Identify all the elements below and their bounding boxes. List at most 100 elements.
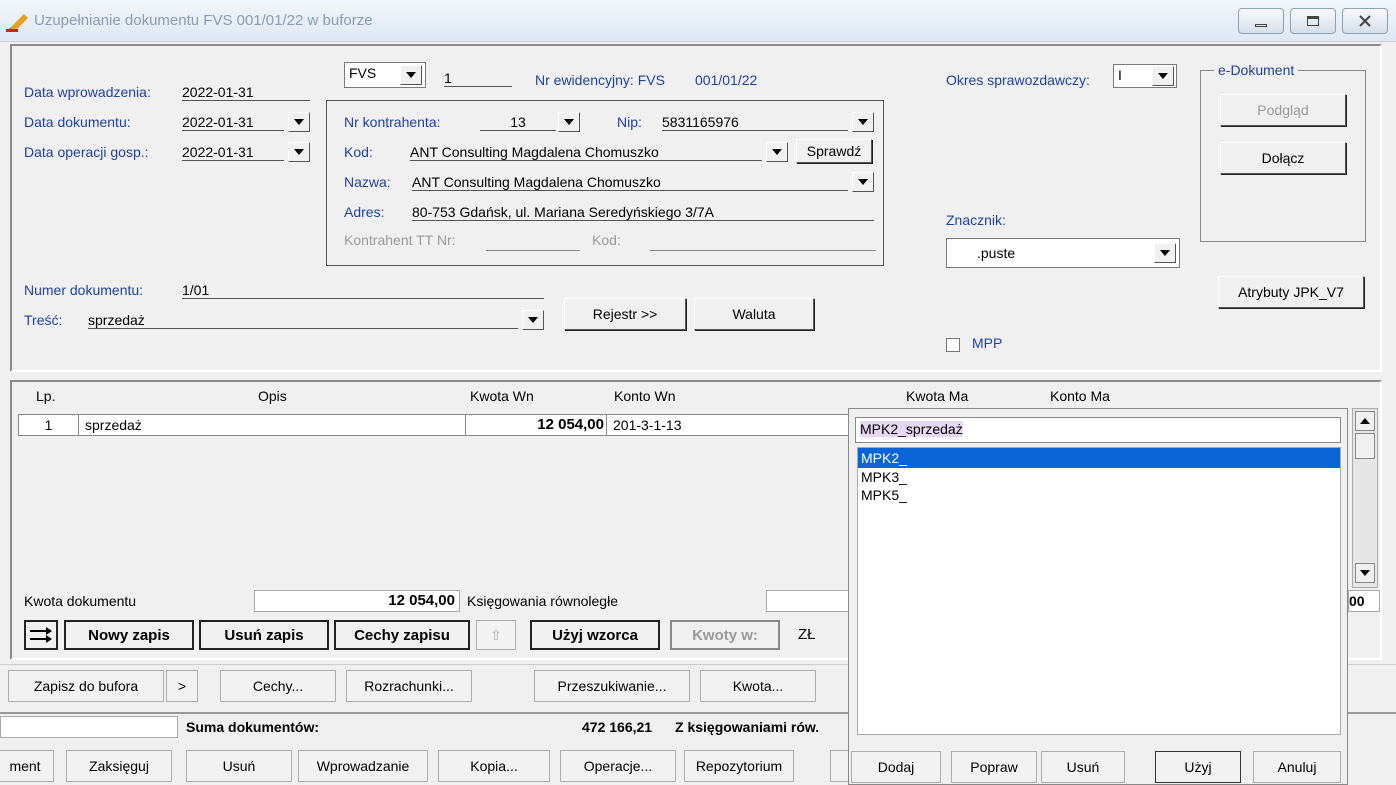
nazwa-dropdown-icon[interactable] [852,172,874,192]
mpp-label: MPP [972,335,1003,351]
window-title: Uzupełnianie dokumentu FVS 001/01/22 w b… [34,12,373,29]
mpk-list[interactable]: MPK2_ MPK3_ MPK5_ [857,447,1341,735]
operacje-button[interactable]: Operacje... [560,750,676,782]
doc-number-field[interactable]: 1 [444,70,512,87]
przeszukiwanie-button[interactable]: Przeszukiwanie... [534,670,690,702]
anuluj-button[interactable]: Anuluj [1253,751,1341,783]
nazwa-field[interactable]: ANT Consulting Magdalena Chomuszko [412,174,848,191]
pin-icon: ⇧ [490,626,502,643]
maximize-icon [1307,16,1319,26]
dolacz-button[interactable]: Dołącz [1220,142,1346,174]
tt-kod-label: Kod: [592,232,621,248]
data-operacji-field[interactable]: 2022-01-31 [182,144,284,161]
cell-lp: 1 [19,415,79,435]
data-dokumentu-field[interactable]: 2022-01-31 [182,114,284,131]
numer-dokumentu-field[interactable]: 1/01 [182,282,544,299]
uzyj-button[interactable]: Użyj [1155,751,1241,783]
cell-konto-wn: 201-3-1-13 [613,417,682,433]
doc-type-dropdown-icon[interactable] [400,65,422,85]
table-scrollbar[interactable] [1352,408,1378,588]
data-operacji-dropdown-icon[interactable] [288,142,310,162]
kod-dropdown-icon[interactable] [766,142,788,162]
minimize-button[interactable] [1238,8,1284,34]
minimize-icon [1255,23,1267,27]
ksiegowania-field [766,590,850,612]
scroll-down-icon[interactable] [1355,563,1375,583]
data-operacji-label: Data operacji gosp.: [24,144,149,160]
okres-dropdown-icon[interactable] [1152,66,1174,86]
usun-button[interactable]: Usuń [186,750,292,782]
znacznik-dropdown-icon[interactable] [1154,243,1176,263]
nr-ewidencyjny-value: 001/01/22 [695,72,758,88]
popup-usun-button[interactable]: Usuń [1041,751,1125,783]
usun-zapis-button[interactable]: Usuń zapis [199,620,329,650]
cechy-zapisu-button[interactable]: Cechy zapisu [334,620,470,650]
ksiegowania-value: 00 [1348,590,1380,612]
scroll-up-icon[interactable] [1355,411,1375,431]
mpk-list-item[interactable]: MPK2_ [858,448,1340,468]
uzyj-wzorca-button[interactable]: Użyj wzorca [530,620,660,650]
mpk-list-item[interactable]: MPK5_ [858,486,1340,504]
app-pen-icon [6,14,28,32]
podglad-button[interactable]: Podgląd [1220,94,1346,126]
currency-label: ZŁ [798,626,816,643]
cell-opis: sprzedaż [85,417,142,433]
nr-kontrahenta-dropdown-icon[interactable] [558,112,580,132]
wprowadzanie-button[interactable]: Wprowadzanie [298,750,428,782]
data-wprowadzenia-field[interactable]: 2022-01-31 [182,84,310,101]
dodaj-button[interactable]: Dodaj [851,751,941,783]
zapisz-do-bufora-button[interactable]: Zapisz do bufora [8,670,164,702]
data-dokumentu-label: Data dokumentu: [24,114,131,130]
hidden-button[interactable] [830,750,850,782]
waluta-button[interactable]: Waluta [694,298,814,330]
mpp-checkbox[interactable] [946,338,960,352]
toggle-lines-button[interactable] [24,620,58,650]
maximize-button[interactable] [1290,8,1336,34]
col-opis: Opis [258,388,287,404]
cechy-button[interactable]: Cechy... [220,670,336,702]
kopia-button[interactable]: Kopia... [438,750,550,782]
numer-dokumentu-label: Numer dokumentu: [24,282,144,298]
popraw-button[interactable]: Popraw [951,751,1037,783]
ksiegowania-label: Księgowania równoległe [467,593,618,609]
rejestr-button[interactable]: Rejestr >> [564,298,686,330]
tt-kod-field[interactable] [650,250,876,251]
nr-kontrahenta-field[interactable]: 13 [480,114,556,131]
kontrahent-tt-label: Kontrahent TT Nr: [344,232,456,248]
zapisz-more-button[interactable]: > [166,670,198,702]
tresc-label: Treść: [24,312,63,328]
tresc-field[interactable]: sprzedaż [88,312,518,329]
mpk-input-text: MPK2_sprzedaż [860,421,963,437]
kwota-dokumentu-value: 12 054,00 [254,590,460,612]
nowy-zapis-button[interactable]: Nowy zapis [64,620,194,650]
dokument-button[interactable]: ment [0,750,54,782]
kod-label: Kod: [344,144,373,160]
sprawdz-button[interactable]: Sprawdź [796,139,872,163]
nr-ewidencyjny-label: Nr ewidencyjny: FVS [535,72,665,88]
znacznik-label: Znacznik: [946,212,1006,228]
adres-field[interactable]: 80-753 Gdańsk, ul. Mariana Seredyńskiego… [412,204,874,221]
kod-field[interactable]: ANT Consulting Magdalena Chomuszko [410,144,762,161]
nip-dropdown-icon[interactable] [852,112,874,132]
scroll-thumb[interactable] [1355,433,1375,459]
col-lp: Lp. [36,388,56,404]
nip-field[interactable]: 5831165976 [662,114,848,131]
data-dokumentu-dropdown-icon[interactable] [288,112,310,132]
kwoty-w-button[interactable]: Kwoty w: [670,620,780,650]
col-kwota-wn: Kwota Wn [470,388,534,404]
zaksieguj-button[interactable]: Zaksięguj [66,750,172,782]
repozytorium-button[interactable]: Repozytorium [684,750,794,782]
disabled-pin-button[interactable]: ⇧ [476,620,516,650]
mpk-list-item[interactable]: MPK3_ [858,468,1340,486]
kwota-button[interactable]: Kwota... [700,670,816,702]
table-row[interactable]: 1 sprzedaż 12 054,00 201-3-1-13 [18,414,850,436]
underlying-field [0,716,178,738]
atrybuty-jpk-button[interactable]: Atrybuty JPK_V7 [1218,276,1364,308]
tresc-dropdown-icon[interactable] [522,310,544,330]
nazwa-label: Nazwa: [344,174,391,190]
mpk-input[interactable]: MPK2_sprzedaż [855,417,1341,443]
close-button[interactable] [1342,8,1388,34]
rozrachunki-button[interactable]: Rozrachunki... [346,670,472,702]
kontrahent-tt-field[interactable] [486,250,580,251]
znacznik-select[interactable]: .puste [946,238,1180,268]
